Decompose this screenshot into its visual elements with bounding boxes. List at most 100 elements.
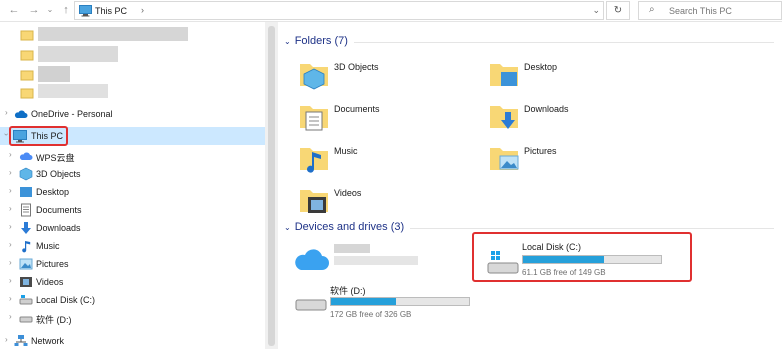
nav-item-local-disk-c[interactable]: › Local Disk (C:) xyxy=(0,291,265,309)
nav-item-label: Pictures xyxy=(36,259,69,269)
drive-icon xyxy=(295,299,327,311)
drive-tile-drive-d[interactable]: 软件 (D:) 172 GB free of 326 GB xyxy=(294,284,484,324)
content-area: ⌄ Folders (7) 3D Objects Desktop Document… xyxy=(278,22,782,349)
nav-item-label: Documents xyxy=(36,205,82,215)
folder-label: Documents xyxy=(334,104,380,114)
breadcrumb-this-pc[interactable]: This PC xyxy=(95,6,127,16)
group-header-devices[interactable]: ⌄ Devices and drives (3) xyxy=(284,221,404,233)
expand-chevron-icon[interactable]: › xyxy=(9,258,12,267)
drive-usage-fill xyxy=(331,298,396,305)
expand-chevron-icon[interactable]: › xyxy=(9,222,12,231)
blurred-label xyxy=(334,256,418,265)
blurred-label xyxy=(38,46,118,62)
scrollbar-thumb[interactable] xyxy=(268,26,275,346)
nav-item-3d-objects[interactable]: › 3D Objects xyxy=(0,165,265,183)
desktop-folder-icon xyxy=(490,64,518,86)
nav-item-desktop[interactable]: › Desktop xyxy=(0,183,265,201)
drive-usage-bar xyxy=(330,297,470,306)
forward-arrow-icon[interactable]: → xyxy=(26,2,42,18)
folder-label: 3D Objects xyxy=(334,62,379,72)
folder-tile-pictures[interactable]: Pictures xyxy=(488,142,668,178)
nav-item-label: Downloads xyxy=(36,223,81,233)
search-placeholder: Search This PC xyxy=(669,6,732,16)
back-arrow-icon[interactable]: ← xyxy=(6,2,22,18)
expand-chevron-icon[interactable]: › xyxy=(9,312,12,321)
nav-item-music[interactable]: › Music xyxy=(0,237,265,255)
drive-tile-wps-cloud[interactable] xyxy=(294,242,484,282)
folder-tile-documents[interactable]: Documents xyxy=(298,100,478,136)
address-bar: ← → ⌄ ↑ This PC › ⌄ ↻ ⌕ Search This PC xyxy=(0,0,782,22)
blurred-label xyxy=(334,244,370,253)
videos-folder-icon xyxy=(300,190,328,213)
3d-objects-folder-icon xyxy=(300,64,328,90)
nav-item-documents[interactable]: › Documents xyxy=(0,201,265,219)
quick-access-item[interactable] xyxy=(0,26,265,44)
folder-label: Pictures xyxy=(524,146,557,156)
breadcrumb-chevron-icon[interactable]: › xyxy=(141,5,144,15)
folder-tile-desktop[interactable]: Desktop xyxy=(488,58,668,94)
quick-access-item[interactable] xyxy=(0,66,265,84)
folder-icon xyxy=(20,30,34,41)
nav-item-downloads[interactable]: › Downloads xyxy=(0,219,265,237)
folder-tile-downloads[interactable]: Downloads xyxy=(488,100,668,136)
blurred-label xyxy=(38,84,108,98)
nav-item-network[interactable]: › Network xyxy=(0,332,265,349)
expand-chevron-icon[interactable]: › xyxy=(9,240,12,249)
navigation-pane: › OneDrive - Personal › This PC › WPS云盘 … xyxy=(0,22,265,349)
divider xyxy=(410,228,774,229)
group-header-folders[interactable]: ⌄ Folders (7) xyxy=(284,35,348,47)
refresh-icon: ↻ xyxy=(613,5,623,16)
address-path[interactable]: This PC › ⌄ xyxy=(74,1,604,20)
nav-item-pictures[interactable]: › Pictures xyxy=(0,255,265,273)
recent-locations-chevron-icon[interactable]: ⌄ xyxy=(42,2,58,18)
folder-label: Videos xyxy=(334,188,362,198)
nav-item-drive-d[interactable]: › 软件 (D:) xyxy=(0,309,265,327)
nav-item-videos[interactable]: › Videos xyxy=(0,273,265,291)
pictures-icon xyxy=(19,258,33,270)
expand-chevron-icon[interactable]: › xyxy=(9,168,12,177)
network-icon xyxy=(14,335,28,346)
computer-icon xyxy=(79,5,92,17)
downloads-folder-icon xyxy=(490,106,518,129)
highlight-box xyxy=(9,126,68,146)
up-arrow-icon[interactable]: ↑ xyxy=(58,2,74,18)
folder-tile-music[interactable]: Music xyxy=(298,142,478,178)
highlight-box xyxy=(472,232,692,282)
wps-cloud-icon xyxy=(19,152,33,160)
quick-access-item[interactable] xyxy=(0,46,265,64)
drive-free-space: 172 GB free of 326 GB xyxy=(330,310,412,319)
expand-chevron-icon[interactable]: › xyxy=(9,186,12,195)
quick-access-item[interactable] xyxy=(0,84,265,102)
folder-icon xyxy=(20,50,34,61)
music-folder-icon xyxy=(300,148,328,173)
nav-item-wps-cloud[interactable]: › WPS云盘 xyxy=(0,147,265,165)
drive-icon xyxy=(19,316,33,323)
folder-tile-3d-objects[interactable]: 3D Objects xyxy=(298,58,478,94)
nav-pane-scrollbar[interactable] xyxy=(265,22,278,349)
nav-item-label: OneDrive - Personal xyxy=(31,109,113,119)
music-icon xyxy=(22,241,31,253)
collapse-chevron-icon[interactable]: ⌄ xyxy=(284,37,291,46)
expand-chevron-icon[interactable]: › xyxy=(5,335,8,344)
collapse-chevron-icon[interactable]: ⌄ xyxy=(284,223,291,232)
nav-item-label: Videos xyxy=(36,277,64,287)
expand-chevron-icon[interactable]: › xyxy=(9,150,12,159)
expand-chevron-icon[interactable]: › xyxy=(9,276,12,285)
address-dropdown-icon[interactable]: ⌄ xyxy=(592,5,600,16)
nav-item-label: Network xyxy=(31,336,65,346)
expand-chevron-icon[interactable]: › xyxy=(9,294,12,303)
nav-item-onedrive[interactable]: › OneDrive - Personal xyxy=(0,105,265,123)
search-icon: ⌕ xyxy=(649,4,655,15)
desktop-folder-icon xyxy=(20,187,32,197)
search-box[interactable]: ⌕ Search This PC xyxy=(638,1,782,20)
documents-folder-icon xyxy=(300,106,328,131)
expand-chevron-icon[interactable]: › xyxy=(9,204,12,213)
expand-chevron-icon[interactable]: › xyxy=(5,108,8,117)
blurred-label xyxy=(38,27,188,41)
folder-icon xyxy=(20,88,34,99)
divider xyxy=(354,42,774,43)
folder-tile-videos[interactable]: Videos xyxy=(298,184,478,220)
cloud-icon xyxy=(14,110,28,118)
refresh-button[interactable]: ↻ xyxy=(606,1,630,20)
wps-cloud-icon xyxy=(295,249,329,270)
